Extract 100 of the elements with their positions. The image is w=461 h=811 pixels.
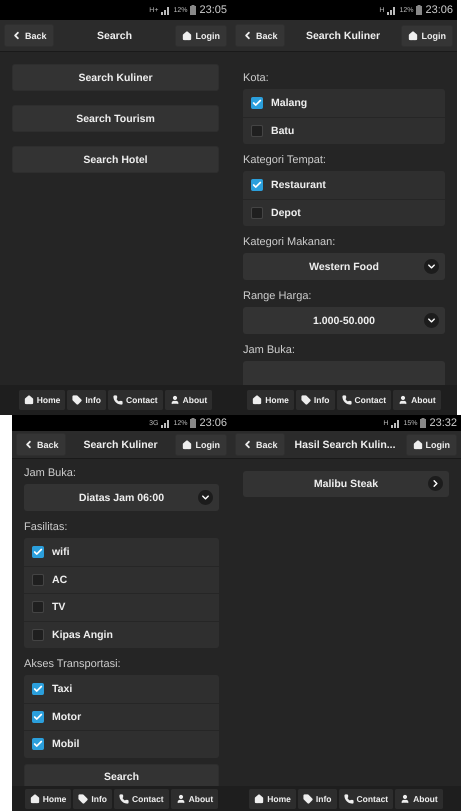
phone-icon [344, 794, 354, 804]
back-button[interactable]: Back [235, 433, 285, 456]
signal-icon [391, 418, 400, 428]
select-menu[interactable]: Diatas Jam 06:00 [24, 484, 219, 511]
checkbox[interactable] [251, 178, 263, 191]
result-item[interactable]: Malibu Steak [243, 471, 449, 497]
home-icon [182, 30, 192, 40]
check-icon [33, 546, 43, 557]
checkbox[interactable] [32, 628, 44, 641]
nav-button[interactable]: Contact [338, 788, 394, 808]
page-title: Search [96, 30, 132, 42]
person-icon [398, 395, 408, 405]
nav-button[interactable]: About [164, 390, 212, 410]
checkbox[interactable] [32, 574, 44, 586]
checkbox-option[interactable]: Motor [24, 702, 219, 730]
search-button[interactable]: Search Kuliner [12, 64, 219, 91]
search-button[interactable]: Search Tourism [12, 105, 219, 132]
tag-icon [72, 395, 82, 405]
checkbox[interactable] [32, 738, 44, 750]
clock-time: 23:32 [429, 417, 457, 429]
phone-icon [113, 395, 123, 405]
checkbox[interactable] [32, 601, 44, 614]
checkbox[interactable] [251, 124, 263, 137]
nav-button[interactable]: Home [24, 788, 72, 808]
select-menu[interactable]: Western Food [243, 253, 445, 280]
home-icon [412, 440, 422, 450]
checkbox-option[interactable]: Batu [243, 116, 445, 144]
page-title: Search Kuliner [306, 30, 380, 42]
login-button[interactable]: Login [175, 434, 227, 456]
home-icon [24, 395, 34, 405]
clock-time: 23:06 [425, 4, 453, 16]
back-button[interactable]: Back [16, 433, 66, 456]
field-label: Range Harga: [243, 289, 312, 304]
login-button[interactable]: Login [406, 434, 457, 456]
check-icon [252, 98, 262, 108]
signal-icon [161, 418, 170, 428]
nav-button[interactable]: About [393, 390, 441, 410]
page-title: Search Kuliner [83, 438, 158, 450]
nav-button[interactable]: Contact [114, 788, 169, 808]
nav-button[interactable]: About [170, 788, 218, 808]
nav-button[interactable]: Info [296, 390, 334, 410]
checkbox-option[interactable]: Depot [243, 198, 445, 226]
field-label: Jam Buka: [24, 467, 77, 481]
clock-time: 23:05 [199, 4, 227, 16]
field-label: Akses Transportasi: [24, 657, 122, 672]
checkbox-option[interactable]: wifi [24, 538, 219, 566]
battery-icon [190, 5, 196, 15]
nav-button[interactable]: Home [18, 390, 66, 410]
phone-icon [119, 794, 129, 804]
back-button[interactable]: Back [235, 24, 285, 47]
person-icon [170, 395, 180, 405]
tag-icon [300, 395, 311, 405]
nav-button[interactable]: Info [73, 788, 112, 808]
search-button[interactable]: Search [24, 764, 219, 786]
checkbox-option[interactable]: Malang [243, 89, 445, 116]
checkbox-option[interactable]: AC [24, 566, 219, 593]
checkbox[interactable] [251, 96, 263, 109]
clock-time: 23:06 [199, 417, 227, 429]
check-icon [33, 712, 43, 722]
check-icon [252, 180, 262, 190]
checkbox-option[interactable]: TV [24, 593, 219, 620]
back-button[interactable]: Back [4, 24, 54, 47]
battery-icon [416, 5, 422, 15]
check-icon [33, 739, 43, 750]
search-button[interactable]: Search Hotel [12, 146, 219, 173]
battery-icon [190, 418, 196, 428]
field-label: Jam Buka: [243, 343, 296, 358]
checkbox[interactable] [32, 682, 44, 695]
check-icon [33, 684, 43, 694]
tag-icon [78, 794, 88, 804]
nav-button[interactable]: Home [249, 788, 296, 808]
login-button[interactable]: Login [401, 24, 453, 46]
phone-icon [342, 395, 352, 405]
nav-button[interactable]: Contact [108, 390, 163, 410]
checkbox[interactable] [32, 546, 44, 558]
person-icon [400, 794, 410, 804]
signal-icon [387, 6, 396, 14]
login-button[interactable]: Login [175, 24, 227, 46]
field-label: Fasilitas: [24, 520, 68, 535]
nav-button[interactable]: About [395, 788, 443, 808]
checkbox-option[interactable]: Taxi [24, 675, 219, 702]
checkbox[interactable] [32, 710, 44, 723]
home-icon [252, 395, 262, 405]
battery-icon [420, 418, 426, 428]
field-label: Kategori Tempat: [243, 153, 327, 168]
person-icon [176, 794, 186, 804]
tag-icon [302, 794, 313, 804]
checkbox-option[interactable]: Mobil [24, 730, 219, 758]
home-icon [408, 30, 418, 40]
home-icon [254, 794, 264, 804]
nav-button[interactable]: Contact [336, 390, 392, 410]
home-icon [30, 794, 40, 804]
checkbox-option[interactable]: Kipas Angin [24, 620, 219, 648]
nav-button[interactable]: Home [247, 390, 294, 410]
nav-button[interactable]: Info [298, 788, 336, 808]
nav-button[interactable]: Info [67, 390, 106, 410]
checkbox[interactable] [251, 206, 263, 219]
signal-icon [161, 6, 170, 14]
checkbox-option[interactable]: Restaurant [243, 171, 445, 198]
select-menu[interactable]: 1.000-50.000 [243, 307, 445, 334]
